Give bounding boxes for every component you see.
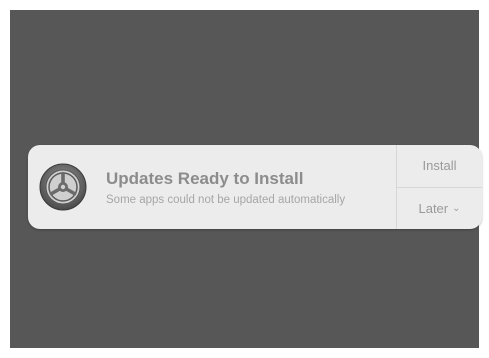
later-button[interactable]: Later ⌄ [397,186,482,230]
install-button[interactable]: Install [397,145,482,187]
install-button-label: Install [422,158,457,174]
notification-title: Updates Ready to Install [106,169,304,188]
chevron-down-icon: ⌄ [452,202,461,214]
system-preferences-gear-icon [38,162,88,212]
notification-body: Some apps could not be updated automatic… [106,194,346,206]
update-notification[interactable]: Updates Ready to Install Some apps could… [28,145,482,229]
notification-text: Updates Ready to Install Some apps could… [106,167,346,207]
notification-content[interactable]: Updates Ready to Install Some apps could… [28,145,396,229]
later-button-label: Later [418,200,449,216]
notification-actions: Install Later ⌄ [396,145,482,229]
